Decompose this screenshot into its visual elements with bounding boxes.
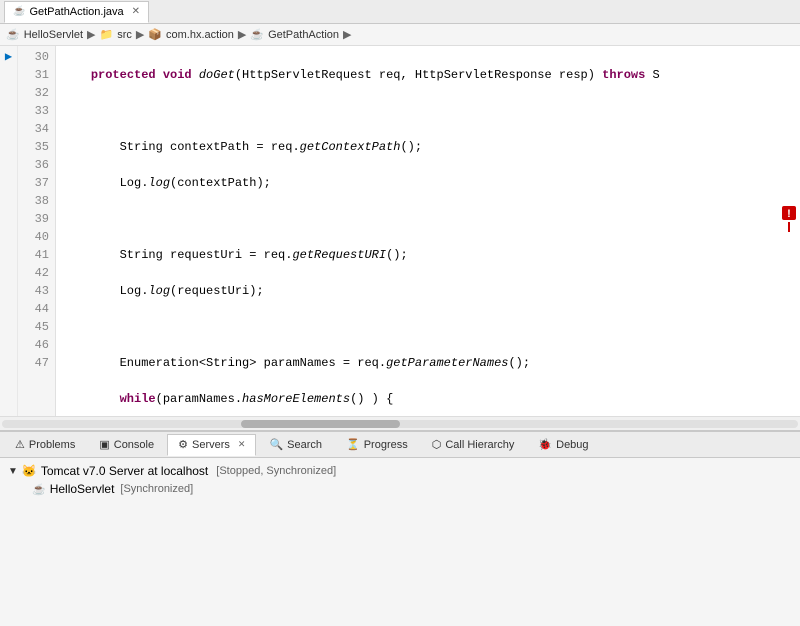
progress-label: Progress [364, 439, 408, 451]
horizontal-scrollbar[interactable] [0, 416, 800, 430]
scrollbar-track[interactable] [2, 420, 798, 428]
call-hierarchy-label: Call Hierarchy [445, 439, 514, 451]
file-tab[interactable]: ☕ GetPathAction.java ✕ [4, 1, 149, 23]
bc-sep-2: ▶ [136, 28, 144, 41]
console-icon: ▣ [99, 438, 109, 451]
bc-icon-4: ☕ [250, 28, 264, 41]
tab-close-button[interactable]: ✕ [132, 6, 140, 17]
editor-tab-bar: ☕ GetPathAction.java ✕ [0, 0, 800, 24]
bc-sep-3: ▶ [238, 28, 246, 41]
error-marker: ! [780, 204, 798, 239]
bc-sep-1: ▶ [87, 28, 95, 41]
server-item[interactable]: ▼ 🐱 Tomcat v7.0 Server at localhost [Sto… [8, 464, 792, 478]
server-expand-arrow[interactable]: ▼ [8, 466, 18, 477]
breadcrumb: ☕ HelloServlet ▶ 📁 src ▶ 📦 com.hx.action… [0, 24, 800, 46]
code-content[interactable]: protected void doGet(HttpServletRequest … [56, 46, 800, 416]
servers-icon: ⚙ [178, 438, 188, 451]
servers-label: Servers [192, 439, 230, 451]
debug-icon: 🐞 [538, 438, 552, 451]
problems-label: Problems [29, 439, 75, 451]
progress-icon: ⏳ [346, 438, 360, 451]
bc-item-3[interactable]: com.hx.action [166, 29, 234, 41]
child-status: [Synchronized] [120, 483, 193, 495]
child-name: HelloServlet [50, 482, 115, 496]
breakpoint-gutter: ▶ [0, 46, 18, 416]
tab-progress[interactable]: ⏳ Progress [335, 434, 419, 456]
tab-problems[interactable]: ⚠ Problems [4, 434, 86, 456]
tab-call-hierarchy[interactable]: ⬡ Call Hierarchy [421, 434, 526, 456]
tab-debug[interactable]: 🐞 Debug [527, 434, 599, 456]
search-icon: 🔍 [269, 438, 283, 451]
search-label: Search [287, 439, 322, 451]
svg-text:!: ! [787, 208, 791, 220]
servers-content: ▼ 🐱 Tomcat v7.0 Server at localhost [Sto… [0, 458, 800, 504]
servers-close-icon[interactable]: ✕ [238, 439, 246, 450]
scrollbar-thumb[interactable] [241, 420, 400, 428]
code-editor: ▶ 30 31 32 33 34 35 36 37 38 39 40 41 42… [0, 46, 800, 416]
console-label: Console [114, 439, 154, 451]
bc-item-4[interactable]: GetPathAction [268, 29, 339, 41]
problems-icon: ⚠ [15, 438, 25, 451]
bottom-panel: ⚠ Problems ▣ Console ⚙ Servers ✕ 🔍 Searc… [0, 430, 800, 625]
bc-item-2[interactable]: src [117, 29, 132, 41]
tab-servers[interactable]: ⚙ Servers ✕ [167, 434, 256, 456]
panel-tab-bar: ⚠ Problems ▣ Console ⚙ Servers ✕ 🔍 Searc… [0, 432, 800, 458]
line-arrow: ▶ [0, 48, 17, 66]
tab-search[interactable]: 🔍 Search [258, 434, 333, 456]
server-status: [Stopped, Synchronized] [216, 465, 336, 477]
server-icon: 🐱 [22, 464, 37, 478]
bc-icon-1: ☕ [6, 28, 20, 41]
server-name: Tomcat v7.0 Server at localhost [41, 464, 208, 478]
bc-sep-4: ▶ [343, 28, 351, 41]
java-file-icon: ☕ [13, 6, 25, 17]
bc-icon-3: 📦 [148, 28, 162, 41]
tab-console[interactable]: ▣ Console [88, 434, 165, 456]
bc-icon-2: 📁 [99, 28, 113, 41]
child-icon: ☕ [32, 483, 46, 496]
debug-label: Debug [556, 439, 588, 451]
line-numbers: 30 31 32 33 34 35 36 37 38 39 40 41 42 4… [18, 46, 56, 416]
server-child-item[interactable]: ☕ HelloServlet [Synchronized] [32, 482, 792, 496]
bc-item-1[interactable]: HelloServlet [24, 29, 83, 41]
call-hierarchy-icon: ⬡ [432, 438, 442, 451]
tab-label: GetPathAction.java [29, 6, 123, 18]
